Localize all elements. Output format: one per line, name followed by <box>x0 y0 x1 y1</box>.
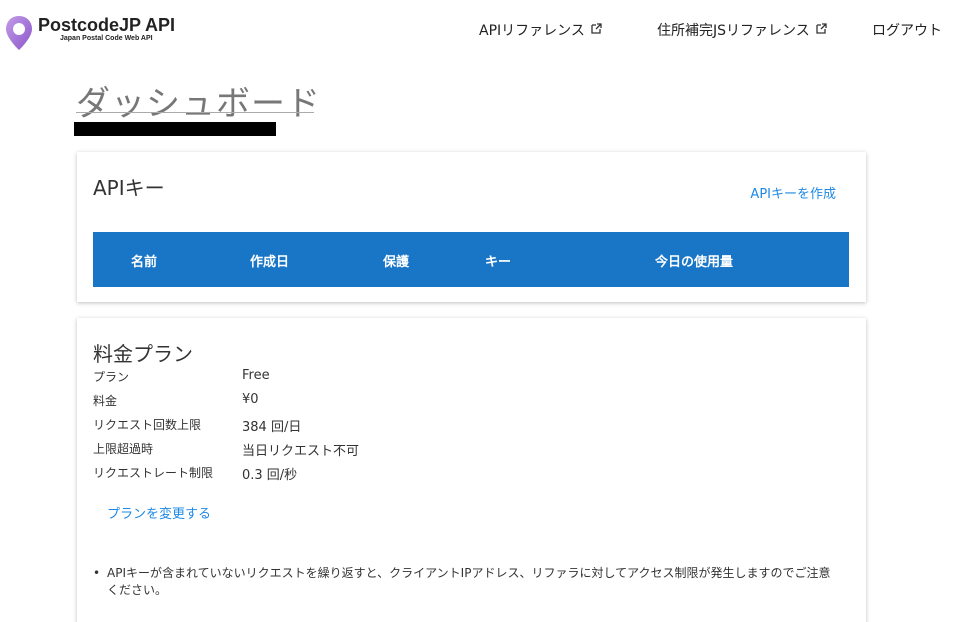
plan-row-value: 384 回/日 <box>242 420 302 435</box>
logo-title: PostcodeJP API <box>38 15 176 35</box>
pricing-plan-card: 料金プラン プラン Free 料金 ¥0 リクエスト回数上限 384 回/日 上… <box>77 318 866 622</box>
create-api-key-link[interactable]: APIキーを作成 <box>750 183 836 202</box>
plan-row-label: 料金 <box>93 394 118 408</box>
page-title: ダッシュボード <box>76 84 321 124</box>
plan-row-label: リクエストレート制限 <box>93 466 214 480</box>
bullet-icon: • <box>93 566 101 580</box>
nav-logout[interactable]: ログアウト <box>872 20 942 40</box>
external-link-icon <box>591 22 602 34</box>
column-header-today-usage[interactable]: 今日の使用量 <box>655 251 733 270</box>
column-header-created[interactable]: 作成日 <box>250 251 289 270</box>
nav-api-reference[interactable]: APIリファレンス <box>479 20 602 40</box>
pricing-plan-card-title: 料金プラン <box>93 342 193 366</box>
nav-label: APIリファレンス <box>479 23 585 39</box>
map-pin-icon <box>4 14 34 52</box>
logo[interactable]: PostcodeJP API Japan Postal Code Web API <box>4 14 175 52</box>
nav-js-reference[interactable]: 住所補完JSリファレンス <box>657 20 827 40</box>
api-key-card-title: APIキー <box>93 176 165 200</box>
column-header-protection[interactable]: 保護 <box>383 251 409 270</box>
title-underline <box>76 112 314 113</box>
plan-row-value: 0.3 回/秒 <box>242 468 298 483</box>
plan-row-value: 当日リクエスト不可 <box>242 444 360 459</box>
plan-row-label: リクエスト回数上限 <box>93 418 202 432</box>
plan-row-label: 上限超過時 <box>93 442 154 456</box>
top-header: PostcodeJP API Japan Postal Code Web API… <box>0 0 960 62</box>
api-key-table-header: 名前 作成日 保護 キー 今日の使用量 <box>93 232 849 287</box>
nav-label: 住所補完JSリファレンス <box>657 23 810 39</box>
api-key-card: APIキー APIキーを作成 名前 作成日 保護 キー 今日の使用量 <box>77 152 866 302</box>
external-link-icon <box>816 22 827 34</box>
note-item: APIキーが含まれていないリクエストを繰り返すと、クライアントIPアドレス、リフ… <box>107 566 831 597</box>
nav-label: ログアウト <box>872 23 942 39</box>
plan-row-label: プラン <box>93 370 130 384</box>
column-header-key[interactable]: キー <box>485 251 511 270</box>
plan-row-value: ¥0 <box>242 392 259 407</box>
redacted-bar <box>74 122 276 136</box>
plan-row-value: Free <box>242 368 270 383</box>
column-header-name[interactable]: 名前 <box>131 251 157 270</box>
notes-list: • APIキーが含まれていないリクエストを繰り返すと、クライアントIPアドレス、… <box>93 565 837 599</box>
logo-subtitle: Japan Postal Code Web API <box>60 35 153 42</box>
change-plan-link[interactable]: プランを変更する <box>107 503 211 522</box>
